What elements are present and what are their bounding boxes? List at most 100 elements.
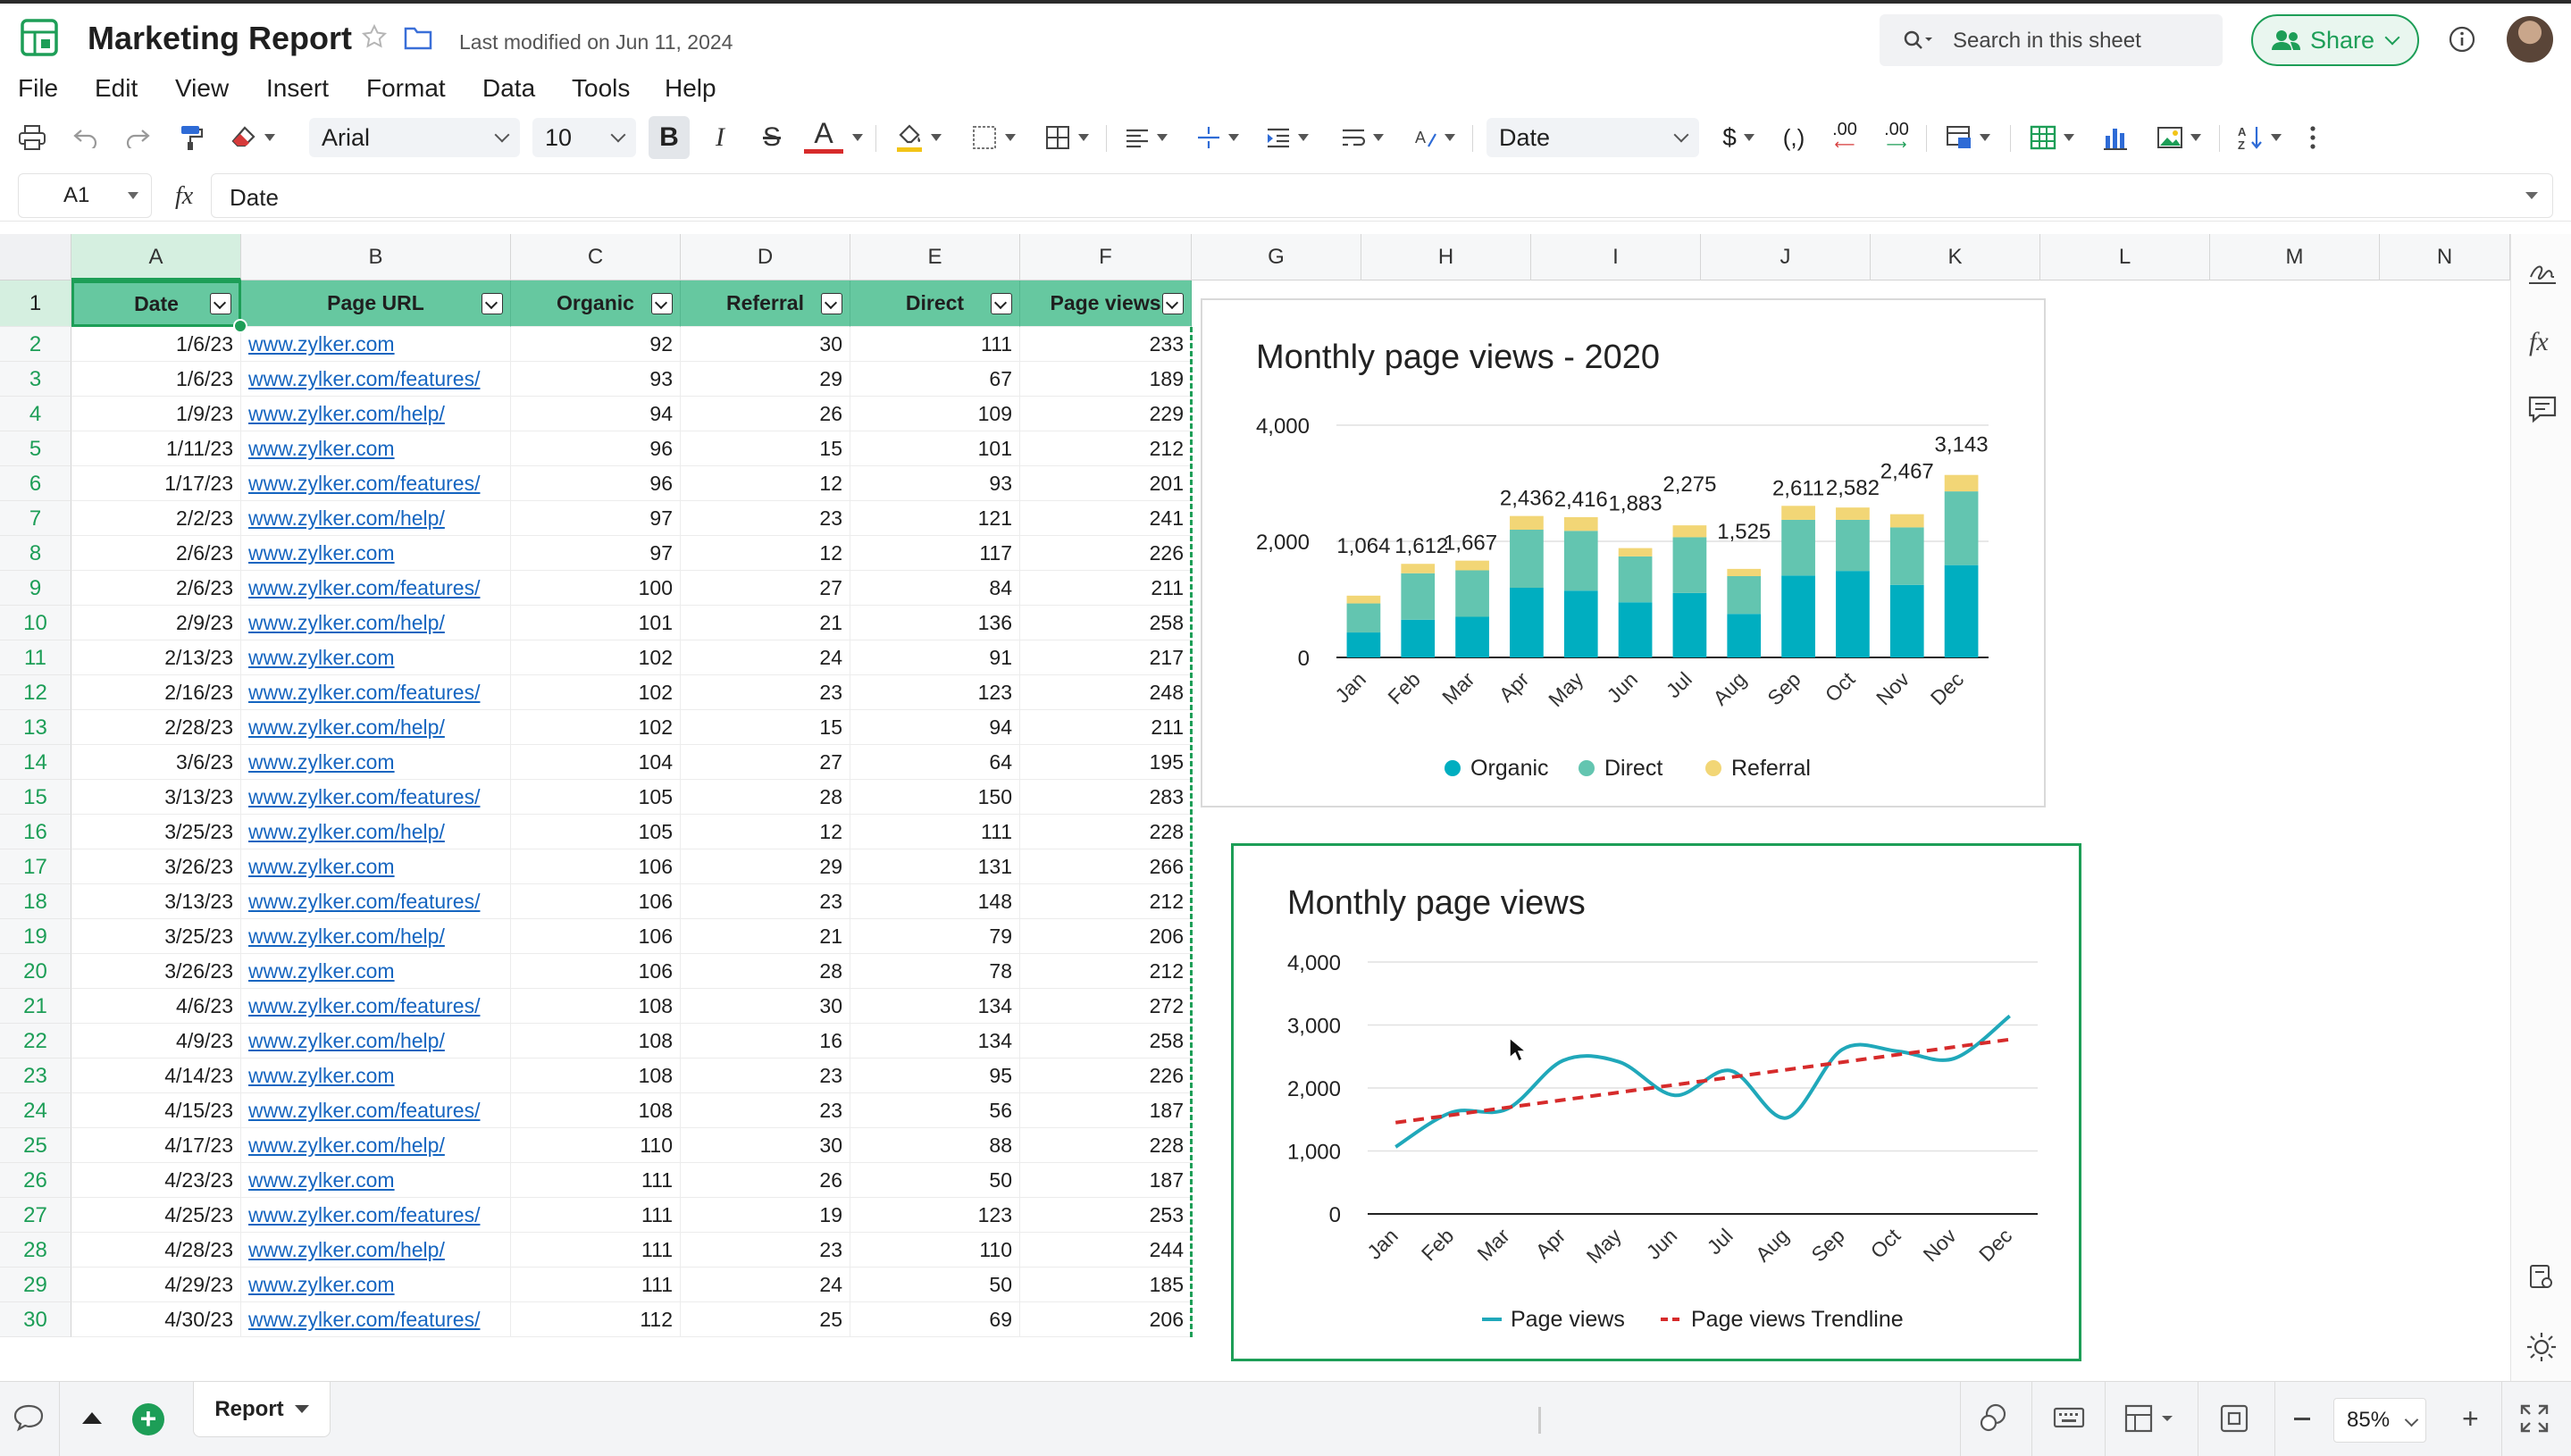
table-cell[interactable]: 1/6/23 (71, 362, 241, 397)
chat-icon[interactable] (13, 1403, 45, 1432)
collaboration-icon[interactable] (1978, 1402, 2010, 1434)
url-link[interactable]: www.zylker.com/features/ (248, 472, 480, 496)
row-header-3[interactable]: 3 (0, 362, 71, 397)
row-header-26[interactable]: 26 (0, 1163, 71, 1198)
star-icon[interactable] (361, 23, 388, 50)
table-cell[interactable]: 100 (511, 571, 681, 606)
table-cell[interactable]: www.zylker.com/help/ (241, 1024, 511, 1059)
table-icon[interactable] (2022, 116, 2081, 159)
table-cell[interactable]: 134 (850, 1024, 1020, 1059)
table-cell[interactable]: 3/25/23 (71, 919, 241, 954)
add-sheet-icon[interactable]: + (132, 1403, 164, 1435)
table-cell[interactable]: 93 (850, 466, 1020, 501)
row-header-7[interactable]: 7 (0, 501, 71, 536)
table-cell[interactable]: 206 (1020, 1302, 1192, 1337)
conditional-format-icon[interactable] (1939, 116, 1997, 159)
table-cell[interactable]: 123 (850, 1198, 1020, 1233)
url-link[interactable]: www.zylker.com (248, 541, 395, 565)
table-cell[interactable]: 4/9/23 (71, 1024, 241, 1059)
table-cell[interactable]: www.zylker.com (241, 327, 511, 362)
align-left-icon[interactable] (1117, 116, 1176, 159)
column-header-m[interactable]: M (2210, 234, 2380, 280)
table-cell[interactable]: 105 (511, 815, 681, 849)
fill-color-icon[interactable] (886, 116, 951, 159)
table-cell[interactable]: 4/25/23 (71, 1198, 241, 1233)
avatar[interactable] (2507, 16, 2553, 63)
row-header-29[interactable]: 29 (0, 1268, 71, 1302)
table-cell[interactable]: 109 (850, 397, 1020, 431)
table-cell[interactable]: www.zylker.com/features/ (241, 989, 511, 1024)
menu-insert[interactable]: Insert (266, 68, 329, 109)
menu-tools[interactable]: Tools (572, 68, 630, 109)
table-cell[interactable]: 50 (850, 1163, 1020, 1198)
text-color-caret[interactable] (843, 116, 865, 159)
table-cell[interactable]: 3/13/23 (71, 780, 241, 815)
table-cell[interactable]: 2/2/23 (71, 501, 241, 536)
zoom-select[interactable]: 85% (2333, 1398, 2426, 1443)
table-cell[interactable]: 108 (511, 989, 681, 1024)
table-cell[interactable]: 19 (681, 1198, 850, 1233)
table-cell[interactable]: 106 (511, 919, 681, 954)
table-cell[interactable]: 106 (511, 954, 681, 989)
menu-help[interactable]: Help (665, 68, 716, 109)
italic-button[interactable]: I (700, 116, 740, 159)
table-cell[interactable]: 121 (850, 501, 1020, 536)
menu-data[interactable]: Data (482, 68, 535, 109)
table-cell[interactable]: 206 (1020, 919, 1192, 954)
url-link[interactable]: www.zylker.com/help/ (248, 1029, 445, 1053)
zoom-out-button[interactable] (2294, 1418, 2310, 1420)
table-header-cell[interactable]: Direct (850, 280, 1020, 327)
table-header-cell[interactable]: Page URL (241, 280, 511, 327)
table-cell[interactable]: 21 (681, 606, 850, 640)
url-link[interactable]: www.zylker.com/features/ (248, 1099, 480, 1123)
column-header-e[interactable]: E (850, 234, 1020, 280)
row-header-21[interactable]: 21 (0, 989, 71, 1024)
row-header-16[interactable]: 16 (0, 815, 71, 849)
table-header-cell[interactable]: Date (71, 280, 241, 327)
line-chart[interactable]: Monthly page views 0 1,000 2,000 3,000 4,000 J… (1231, 843, 2081, 1361)
url-link[interactable]: www.zylker.com (248, 437, 395, 461)
url-link[interactable]: www.zylker.com/features/ (248, 681, 480, 705)
vertical-align-icon[interactable] (1190, 116, 1245, 159)
table-cell[interactable]: 30 (681, 327, 850, 362)
table-cell[interactable]: 64 (850, 745, 1020, 780)
table-cell[interactable]: 102 (511, 640, 681, 675)
table-cell[interactable]: 16 (681, 1024, 850, 1059)
table-cell[interactable]: 2/6/23 (71, 536, 241, 571)
table-cell[interactable]: 2/16/23 (71, 675, 241, 710)
table-cell[interactable]: 283 (1020, 780, 1192, 815)
table-cell[interactable]: www.zylker.com/help/ (241, 815, 511, 849)
table-cell[interactable]: 15 (681, 431, 850, 466)
table-cell[interactable]: 56 (850, 1093, 1020, 1128)
table-cell[interactable]: 212 (1020, 954, 1192, 989)
insert-chart-icon[interactable] (2096, 116, 2135, 159)
url-link[interactable]: www.zylker.com (248, 1168, 395, 1192)
url-link[interactable]: www.zylker.com/features/ (248, 994, 480, 1018)
table-cell[interactable]: 25 (681, 1302, 850, 1337)
table-cell[interactable]: 1/6/23 (71, 327, 241, 362)
table-cell[interactable]: 187 (1020, 1163, 1192, 1198)
share-button[interactable]: Share (2251, 14, 2419, 66)
table-cell[interactable]: 244 (1020, 1233, 1192, 1268)
table-cell[interactable]: 23 (681, 884, 850, 919)
table-cell[interactable]: 248 (1020, 675, 1192, 710)
table-cell[interactable]: 69 (850, 1302, 1020, 1337)
table-cell[interactable]: www.zylker.com/features/ (241, 884, 511, 919)
fit-screen-icon[interactable] (2219, 1403, 2249, 1434)
table-cell[interactable]: 253 (1020, 1198, 1192, 1233)
url-link[interactable]: www.zylker.com/help/ (248, 506, 445, 531)
row-header-10[interactable]: 10 (0, 606, 71, 640)
formula-input[interactable]: Date (211, 173, 2553, 218)
table-cell[interactable]: 94 (850, 710, 1020, 745)
table-cell[interactable]: 23 (681, 501, 850, 536)
currency-format-button[interactable]: $ (1713, 116, 1763, 159)
text-color-button[interactable]: A (804, 117, 843, 154)
table-header-cell[interactable]: Referral (681, 280, 850, 327)
column-header-k[interactable]: K (1871, 234, 2040, 280)
table-cell[interactable]: 84 (850, 571, 1020, 606)
table-cell[interactable]: 150 (850, 780, 1020, 815)
table-cell[interactable]: 28 (681, 954, 850, 989)
redo-icon[interactable] (118, 116, 157, 159)
menu-format[interactable]: Format (366, 68, 446, 109)
table-cell[interactable]: 4/29/23 (71, 1268, 241, 1302)
